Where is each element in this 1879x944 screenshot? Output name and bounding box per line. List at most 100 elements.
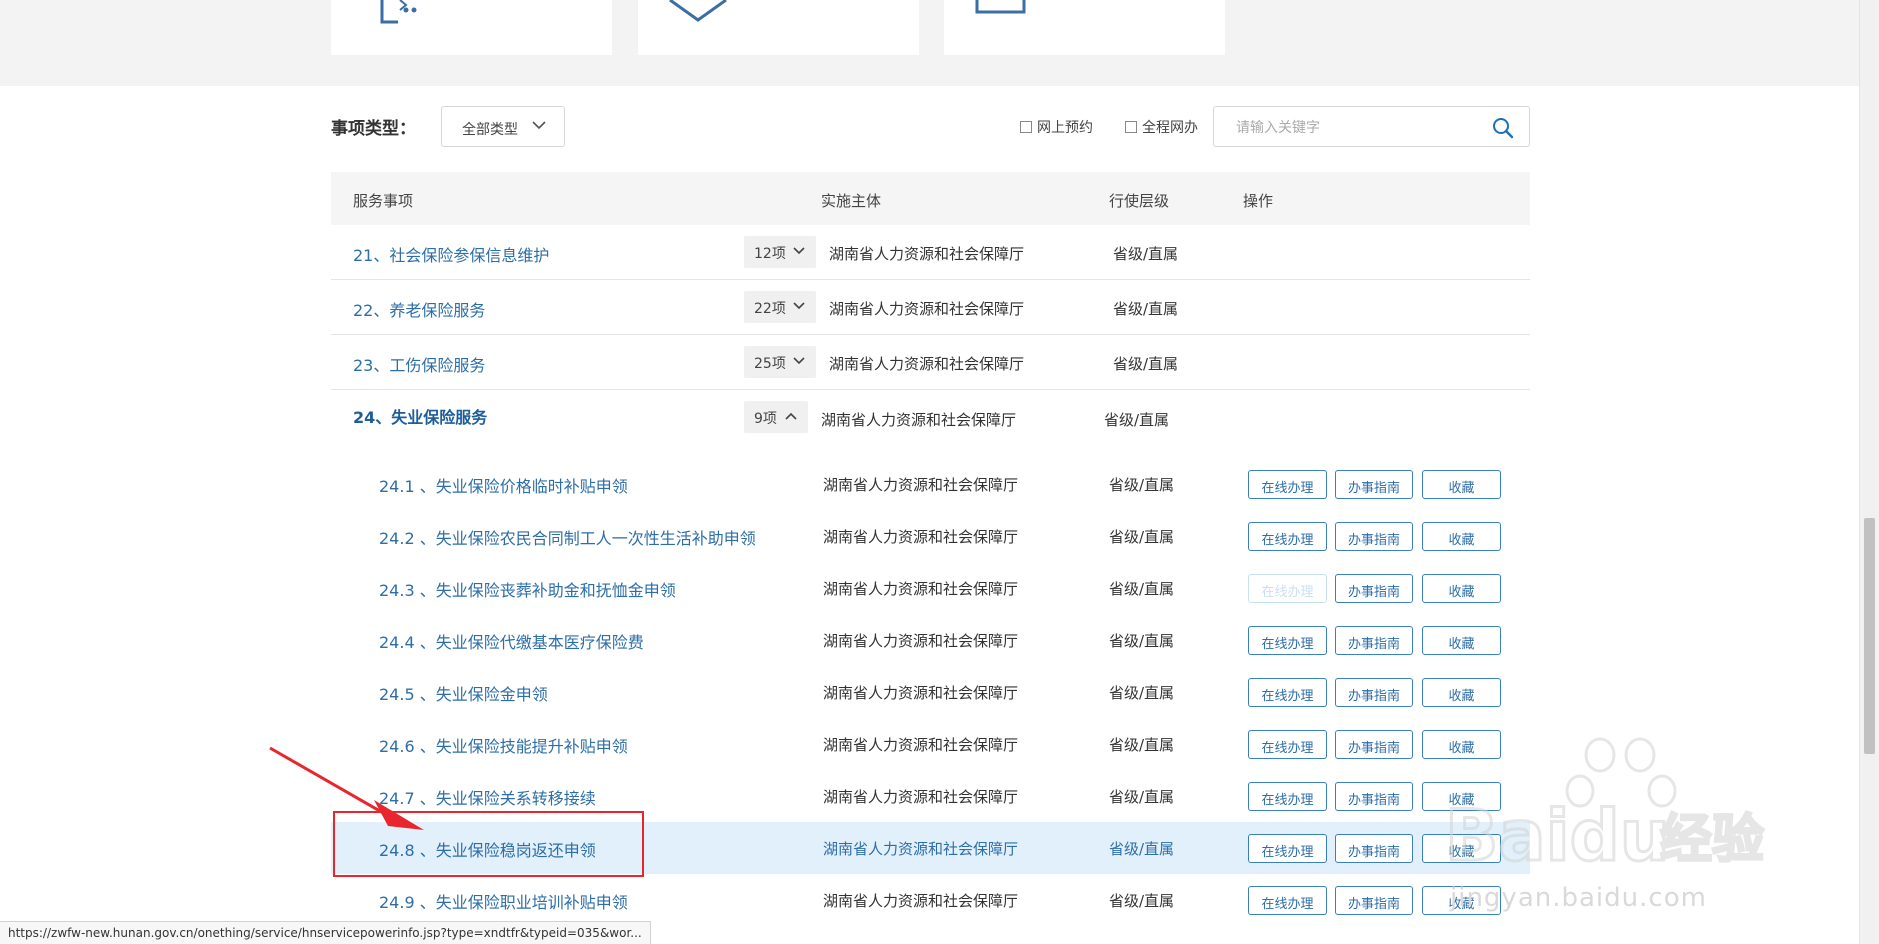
group-row[interactable]: 23、工伤保险服务 25项 湖南省人力资源和社会保障厅 省级/直属	[331, 336, 1530, 390]
full-online-checkbox[interactable]: 全程网办	[1125, 117, 1198, 137]
favorite-button[interactable]: 收藏	[1422, 470, 1501, 499]
online-apply-button[interactable]: 在线办理	[1248, 730, 1327, 759]
group-name[interactable]: 21、社会保险参保信息维护	[353, 242, 549, 266]
group-count: 12项	[754, 246, 786, 262]
favorite-button[interactable]: 收藏	[1422, 574, 1501, 603]
service-card-1[interactable]	[331, 0, 612, 55]
chevron-down-icon	[532, 121, 546, 130]
guide-button[interactable]: 办事指南	[1335, 574, 1413, 603]
guide-button[interactable]: 办事指南	[1335, 834, 1413, 863]
service-card-2[interactable]	[638, 0, 919, 55]
item-org: 湖南省人力资源和社会保障厅	[823, 840, 1019, 858]
group-count: 9项	[754, 411, 777, 427]
group-name[interactable]: 22、养老保险服务	[353, 297, 485, 321]
shield-icon	[669, 0, 727, 22]
online-booking-checkbox[interactable]: 网上预约	[1020, 117, 1093, 137]
item-org: 湖南省人力资源和社会保障厅	[823, 684, 1019, 702]
header-level: 行使层级	[1109, 192, 1170, 210]
guide-button[interactable]: 办事指南	[1335, 626, 1413, 655]
checkbox-box[interactable]	[1020, 121, 1032, 133]
scrollbar[interactable]	[1859, 0, 1879, 944]
online-apply-button[interactable]: 在线办理	[1248, 834, 1327, 863]
item-org: 湖南省人力资源和社会保障厅	[823, 788, 1019, 806]
online-apply-button[interactable]: 在线办理	[1248, 782, 1327, 811]
group-count-toggle[interactable]: 22项	[744, 291, 816, 323]
favorite-button[interactable]: 收藏	[1422, 522, 1501, 551]
service-card-3[interactable]	[944, 0, 1225, 55]
group-level: 省级/直属	[1104, 411, 1170, 429]
checkbox-box[interactable]	[1125, 121, 1137, 133]
list-item[interactable]: 24.4 、失业保险代缴基本医疗保险费 湖南省人力资源和社会保障厅 省级/直属 …	[331, 614, 1530, 666]
type-select[interactable]: 全部类型	[441, 106, 565, 147]
favorite-button[interactable]: 收藏	[1422, 678, 1501, 707]
type-select-value: 全部类型	[462, 122, 518, 138]
item-org: 湖南省人力资源和社会保障厅	[823, 476, 1019, 494]
search-input[interactable]	[1234, 117, 1488, 139]
group-level: 省级/直属	[1113, 300, 1179, 318]
item-org: 湖南省人力资源和社会保障厅	[823, 528, 1019, 546]
status-bar-url: https://zwfw-new.hunan.gov.cn/onething/s…	[0, 921, 651, 944]
online-booking-label: 网上预约	[1037, 120, 1093, 136]
item-name[interactable]: 24.5 、失业保险金申领	[379, 681, 548, 705]
online-apply-button[interactable]: 在线办理	[1248, 678, 1327, 707]
group-row[interactable]: 21、社会保险参保信息维护 12项 湖南省人力资源和社会保障厅 省级/直属	[331, 226, 1530, 280]
group-count: 22项	[754, 301, 786, 317]
header-actions: 操作	[1243, 192, 1274, 210]
full-online-label: 全程网办	[1142, 120, 1198, 136]
item-level: 省级/直属	[1109, 476, 1175, 494]
item-level: 省级/直属	[1109, 892, 1175, 910]
annotation-highlight-box	[333, 811, 644, 877]
list-item[interactable]: 24.3 、失业保险丧葬补助金和抚恤金申领 湖南省人力资源和社会保障厅 省级/直…	[331, 562, 1530, 614]
guide-button[interactable]: 办事指南	[1335, 886, 1413, 915]
item-org: 湖南省人力资源和社会保障厅	[823, 580, 1019, 598]
group-count: 25项	[754, 356, 786, 372]
watermark-brand: Baidu	[1445, 795, 1670, 875]
item-level: 省级/直属	[1109, 736, 1175, 754]
chevron-down-icon	[793, 247, 805, 255]
group-row-expanded[interactable]: 24、失业保险服务 9项 湖南省人力资源和社会保障厅 省级/直属	[331, 391, 1530, 445]
item-name[interactable]: 24.1 、失业保险价格临时补贴申领	[379, 473, 628, 497]
group-name[interactable]: 23、工伤保险服务	[353, 352, 485, 376]
item-level: 省级/直属	[1109, 840, 1175, 858]
online-apply-button[interactable]: 在线办理	[1248, 470, 1327, 499]
group-org: 湖南省人力资源和社会保障厅	[829, 300, 1025, 318]
list-item[interactable]: 24.1 、失业保险价格临时补贴申领 湖南省人力资源和社会保障厅 省级/直属 在…	[331, 458, 1530, 510]
item-name[interactable]: 24.9 、失业保险职业培训补贴申领	[379, 889, 628, 913]
list-item[interactable]: 24.5 、失业保险金申领 湖南省人力资源和社会保障厅 省级/直属 在线办理 办…	[331, 666, 1530, 718]
group-row[interactable]: 22、养老保险服务 22项 湖南省人力资源和社会保障厅 省级/直属	[331, 281, 1530, 335]
group-level: 省级/直属	[1113, 355, 1179, 373]
document-icon	[975, 0, 1026, 14]
list-item[interactable]: 24.2 、失业保险农民合同制工人一次性生活补助申领 湖南省人力资源和社会保障厅…	[331, 510, 1530, 562]
group-level: 省级/直属	[1113, 245, 1179, 263]
group-count-toggle[interactable]: 9项	[744, 401, 808, 433]
item-name[interactable]: 24.3 、失业保险丧葬补助金和抚恤金申领	[379, 577, 676, 601]
online-apply-button-disabled: 在线办理	[1248, 574, 1327, 603]
guide-button[interactable]: 办事指南	[1335, 730, 1413, 759]
list-item[interactable]: 24.6 、失业保险技能提升补贴申领 湖南省人力资源和社会保障厅 省级/直属 在…	[331, 718, 1530, 770]
item-name[interactable]: 24.4 、失业保险代缴基本医疗保险费	[379, 629, 644, 653]
item-name[interactable]: 24.2 、失业保险农民合同制工人一次性生活补助申领	[379, 525, 756, 549]
group-name[interactable]: 24、失业保险服务	[353, 404, 487, 428]
item-org: 湖南省人力资源和社会保障厅	[823, 892, 1019, 910]
item-level: 省级/直属	[1109, 580, 1175, 598]
service-cards-band	[0, 0, 1860, 86]
online-apply-button[interactable]: 在线办理	[1248, 886, 1327, 915]
scrollbar-thumb[interactable]	[1864, 518, 1875, 754]
item-org: 湖南省人力资源和社会保障厅	[823, 736, 1019, 754]
item-level: 省级/直属	[1109, 788, 1175, 806]
list-item[interactable]: 24.9 、失业保险职业培训补贴申领 湖南省人力资源和社会保障厅 省级/直属 在…	[331, 874, 1530, 926]
guide-button[interactable]: 办事指南	[1335, 678, 1413, 707]
online-apply-button[interactable]: 在线办理	[1248, 522, 1327, 551]
guide-button[interactable]: 办事指南	[1335, 470, 1413, 499]
chevron-up-icon	[785, 412, 797, 420]
item-org: 湖南省人力资源和社会保障厅	[823, 632, 1019, 650]
group-count-toggle[interactable]: 12项	[744, 236, 816, 268]
search-icon[interactable]	[1492, 117, 1514, 139]
favorite-button[interactable]: 收藏	[1422, 626, 1501, 655]
group-count-toggle[interactable]: 25项	[744, 346, 816, 378]
online-apply-button[interactable]: 在线办理	[1248, 626, 1327, 655]
header-implementing-body: 实施主体	[821, 192, 882, 210]
search-box[interactable]	[1213, 106, 1530, 147]
guide-button[interactable]: 办事指南	[1335, 522, 1413, 551]
guide-button[interactable]: 办事指南	[1335, 782, 1413, 811]
